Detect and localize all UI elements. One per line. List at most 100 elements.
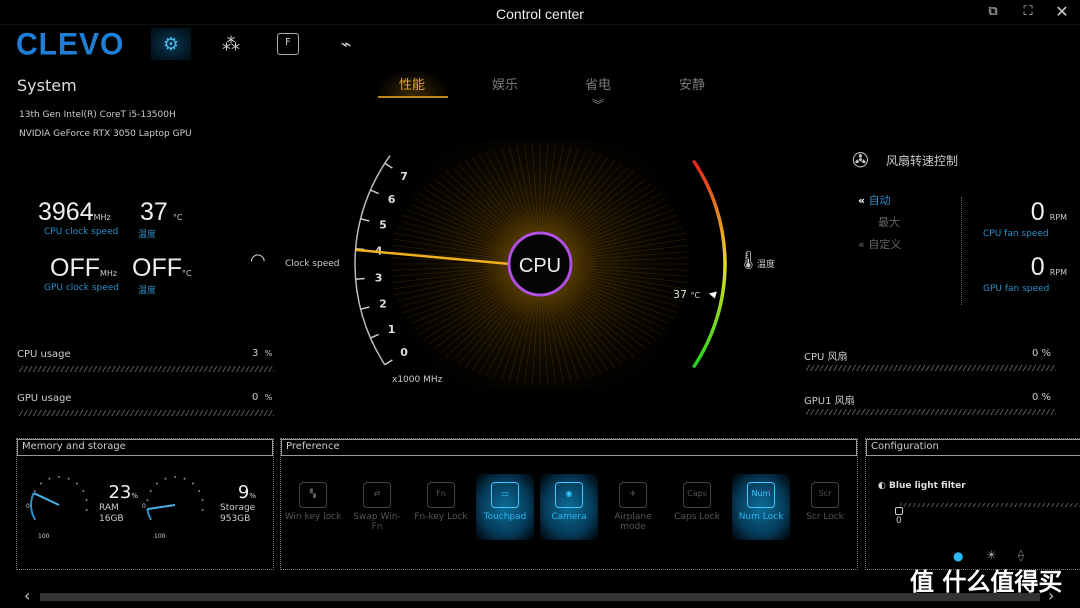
blue-light-slider[interactable] xyxy=(900,503,1080,507)
dial-tick xyxy=(146,499,149,502)
cpu-usage-label: CPU usage xyxy=(17,349,71,360)
close-button[interactable]: ✕ xyxy=(1049,2,1075,21)
dial-needle xyxy=(33,492,60,506)
dial-tick xyxy=(198,490,201,492)
cpu-fan-label: CPU 风扇 xyxy=(804,352,848,363)
clock-tick-label: 7 xyxy=(400,170,408,183)
fan-option-label: 自定义 xyxy=(868,238,902,251)
horizontal-scrollbar[interactable] xyxy=(40,593,1040,601)
nav-system-gear-icon[interactable]: ⚙ xyxy=(151,28,191,60)
clock-tick xyxy=(384,359,393,366)
pref-label: Caps Lock xyxy=(674,512,720,522)
window-title: Control center xyxy=(496,6,584,22)
pref-label: Fn-key Lock xyxy=(414,512,468,522)
title-divider xyxy=(0,24,1080,25)
rpm-unit: RPM xyxy=(1049,213,1067,222)
cpu-model: 13th Gen Intel(R) CoreT i5-13500H xyxy=(19,110,176,120)
mode-tab-entertainment[interactable]: 娱乐 xyxy=(492,74,518,93)
pct-unit: % xyxy=(249,492,256,500)
mode-tab-performance[interactable]: 性能 xyxy=(399,74,425,93)
dial-tick xyxy=(183,477,186,480)
temperature-label: 温度 xyxy=(757,260,776,270)
cpu-temp-unit: °C xyxy=(172,213,183,222)
brightness-icon[interactable]: ☀ xyxy=(986,548,997,562)
expand-chevron-icon[interactable]: ︾ xyxy=(592,96,604,113)
pref-num-lock[interactable]: Num Num Lock xyxy=(732,474,790,540)
mode-tab-powersave[interactable]: 省电 xyxy=(585,74,611,93)
pref-camera[interactable]: ◉ Camera xyxy=(540,474,598,540)
fullscreen-button[interactable]: ⛶ xyxy=(1015,4,1041,19)
clock-tick-label: 1 xyxy=(388,323,396,336)
ram-dial: 0 100 xyxy=(26,476,88,540)
chevron-left-icon: « xyxy=(858,194,866,207)
pref-scr-lock[interactable]: Scr Scr Lock xyxy=(796,474,854,540)
cpu-usage-bar xyxy=(18,366,274,372)
mode-tab-quiet[interactable]: 安静 xyxy=(679,74,705,93)
pref-win-key-lock[interactable]: ▚ Win key lock xyxy=(284,474,342,540)
night-mode-icon[interactable]: ● xyxy=(953,549,963,563)
pref-icon: Caps xyxy=(683,482,711,508)
storage-label: Storage xyxy=(220,503,256,513)
storage-pct: 9 xyxy=(237,482,250,503)
cpu-gauge: 01234567 CPU x1000 MHz xyxy=(354,140,727,390)
pref-caps-lock[interactable]: Caps Caps Lock xyxy=(668,474,726,540)
clock-speed-label: Clock speed xyxy=(285,259,340,269)
dial-arc xyxy=(30,492,36,520)
gauge-temp-unit: °C xyxy=(690,291,701,300)
pref-label: Num Lock xyxy=(738,512,784,522)
memory-panel-title: Memory and storage xyxy=(17,439,273,456)
dial-min-label: 0 xyxy=(26,503,30,510)
dial-tick xyxy=(201,499,204,502)
fan-icon: ✇ xyxy=(852,148,869,172)
gpu-fan-rpm: 0 RPM xyxy=(985,253,1067,282)
pref-airplane-mode[interactable]: ✈ Airplane mode xyxy=(604,474,662,540)
moon-icon: ◐ xyxy=(878,481,886,491)
fan-option-custom[interactable]: « 自定义 xyxy=(858,236,901,252)
dial-tick xyxy=(85,508,88,511)
gauge-unit: x1000 MHz xyxy=(392,375,443,385)
temperature-marker xyxy=(708,291,717,299)
scroll-left-button[interactable]: ‹ xyxy=(24,586,30,605)
gauge-temp-readout: 37 °C xyxy=(673,288,700,301)
dial-max-label: 100 xyxy=(154,533,166,540)
fan-divider xyxy=(961,197,962,305)
preference-panel-title: Preference xyxy=(281,439,857,456)
cpu-clock-readout: 3964MHz CPU clock speed xyxy=(38,198,118,237)
pref-touchpad[interactable]: ▭ Touchpad xyxy=(476,474,534,540)
gpu-temp-value: OFF xyxy=(132,254,182,282)
pref-label: Touchpad xyxy=(483,512,527,522)
nav-backlight-icon[interactable]: ⁂ xyxy=(211,28,251,60)
pref-fn-key-lock[interactable]: Fn Fn-key Lock xyxy=(412,474,470,540)
pref-icon: Scr xyxy=(811,482,839,508)
pref-label: Airplane mode xyxy=(614,512,652,532)
contrast-icon[interactable]: ⟠ xyxy=(1018,548,1024,562)
gpu-fan-rpm-value: 0 xyxy=(1030,253,1045,281)
cpu-fan-rpm: 0 RPM xyxy=(985,198,1067,227)
ram-pct: 23 xyxy=(108,482,132,503)
dial-tick xyxy=(75,482,78,485)
gpu-temp-readout: OFF°C 温度 xyxy=(132,254,192,296)
gpu-model: NVIDIA GeForce RTX 3050 Laptop GPU xyxy=(19,129,192,139)
cpu-clock-unit: MHz xyxy=(93,213,111,222)
fan-control-title: 风扇转速控制 xyxy=(886,154,959,168)
dial-tick xyxy=(40,482,43,485)
gpu-fan-value: 0 % xyxy=(1032,392,1052,403)
clock-tick xyxy=(370,189,379,195)
gauge-center-label: CPU xyxy=(519,255,561,277)
nav-usb-mouse-icon[interactable]: ⌁ xyxy=(326,28,366,60)
pref-icon: ◉ xyxy=(555,482,583,508)
gpu-usage-value: 0 xyxy=(252,392,259,403)
blue-light-slider-handle[interactable] xyxy=(895,507,903,515)
pref-swap-win-fn[interactable]: ⇄ Swap Win-Fn xyxy=(348,474,406,540)
nav-fn-key-icon[interactable]: F xyxy=(268,28,308,60)
cpu-temp-label: 温度 xyxy=(138,230,157,240)
clock-tick-label: 5 xyxy=(379,218,387,231)
gpu-fan-bar xyxy=(806,409,1056,415)
fan-option-auto[interactable]: « 自动 xyxy=(858,192,891,208)
storage-readout: 9% xyxy=(222,482,256,503)
dial-tick xyxy=(149,490,152,492)
gpu-temp-unit: °C xyxy=(182,269,192,278)
fan-option-max[interactable]: 最大 xyxy=(878,214,900,230)
gauge-temp-value: 37 xyxy=(673,288,687,301)
restore-button[interactable]: ⧉ xyxy=(980,4,1006,19)
